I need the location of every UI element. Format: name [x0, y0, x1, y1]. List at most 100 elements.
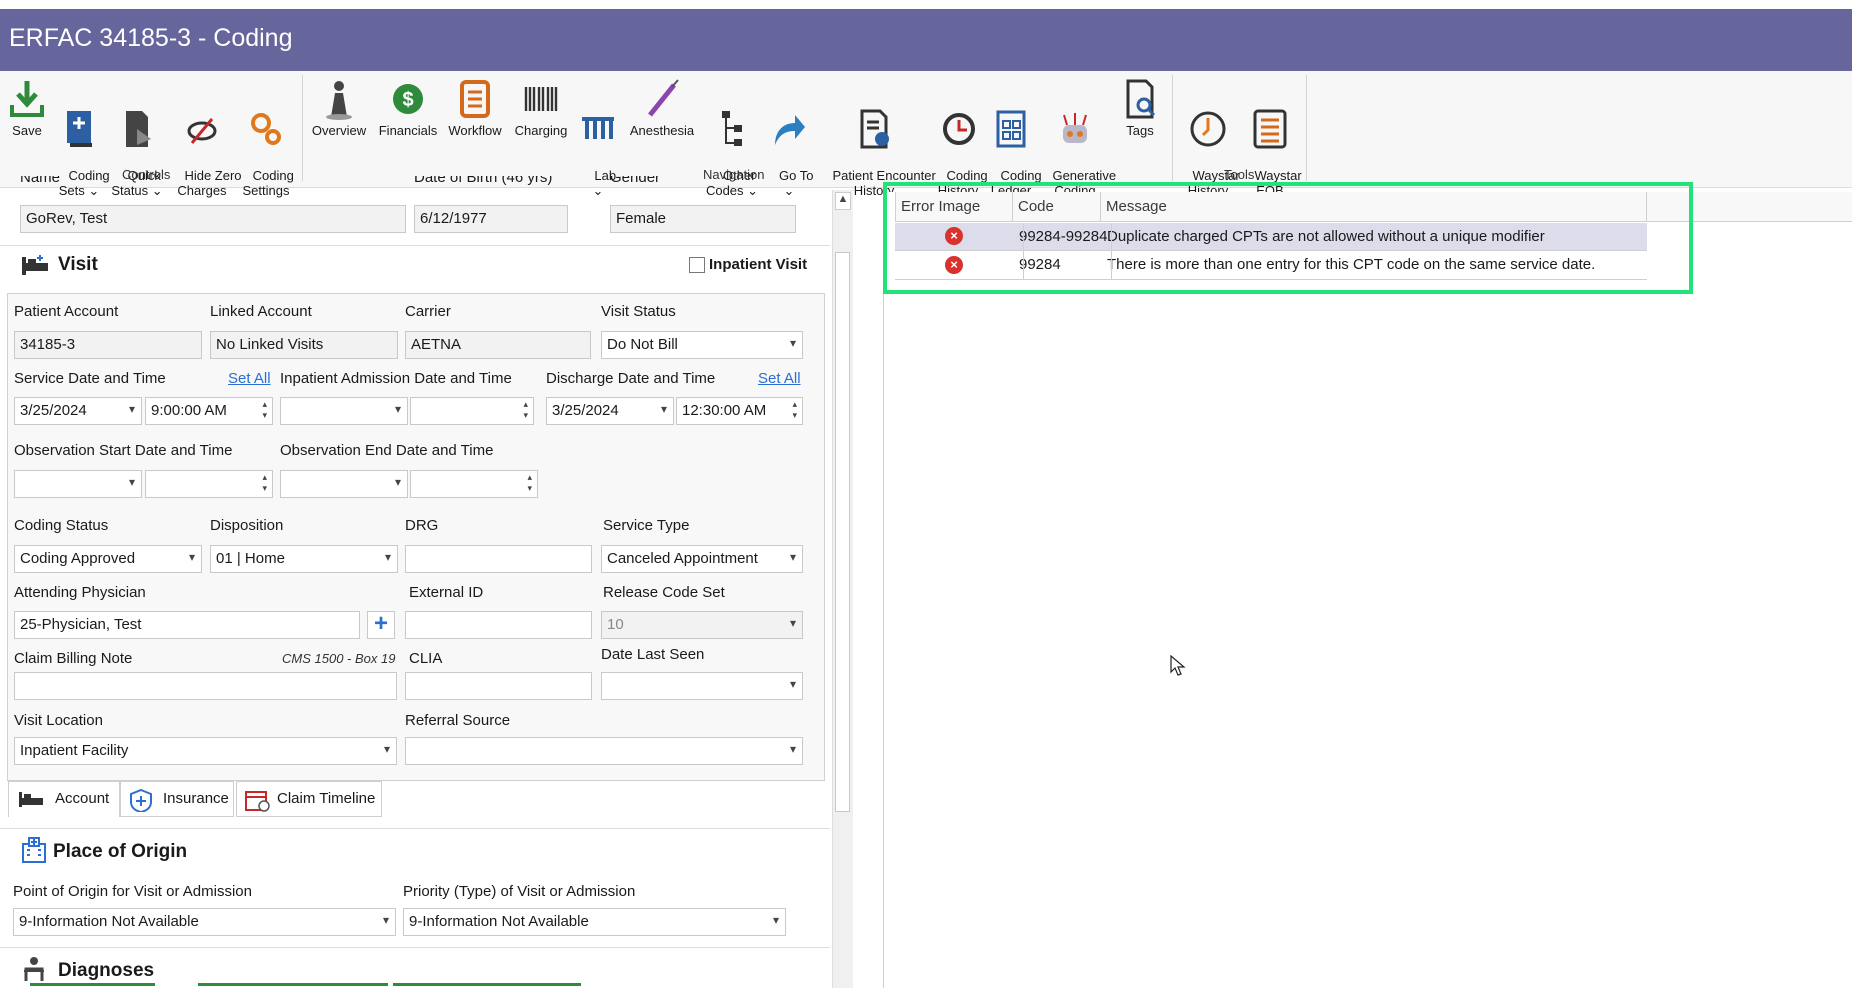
tab-claim-timeline-label: Claim Timeline [277, 790, 376, 807]
diagnoses-title: Diagnoses [58, 960, 155, 981]
mouse-cursor-icon [1170, 655, 1186, 676]
carrier-label: Carrier [405, 303, 451, 320]
clia-field[interactable] [405, 672, 592, 700]
linked-account-label: Linked Account [210, 303, 312, 320]
coding-status-label: Coding Status [14, 517, 109, 534]
tab-insurance[interactable]: Insurance [120, 781, 234, 817]
tags-icon [1126, 79, 1156, 119]
date-last-seen-picker[interactable] [601, 672, 803, 700]
scroll-up-arrow[interactable]: ▲ [835, 192, 851, 210]
gender-field[interactable]: Female [610, 205, 796, 233]
obs-start-date-picker[interactable] [14, 470, 142, 498]
discharge-set-all-link[interactable]: Set All [758, 370, 801, 387]
coding-settings-button[interactable]: Coding Settings [238, 77, 294, 213]
clia-label: CLIA [409, 650, 443, 667]
carrier-field[interactable]: AETNA [405, 331, 591, 359]
service-set-all-link[interactable]: Set All [228, 370, 271, 387]
priority-dropdown[interactable]: 9-Information Not Available [403, 908, 786, 936]
name-field[interactable]: GoRev, Test [20, 205, 406, 233]
diagnoses-tab-underline [198, 983, 388, 986]
coding-sets-button[interactable]: Coding Sets ⌄ [54, 77, 110, 213]
service-type-dropdown[interactable]: Canceled Appointment [601, 545, 803, 573]
save-icon [10, 81, 44, 117]
service-date-picker[interactable]: 3/25/2024 [14, 397, 142, 425]
workflow-button[interactable]: Workflow [444, 77, 506, 138]
visit-location-dropdown[interactable]: Inpatient Facility [14, 737, 397, 765]
referral-source-label: Referral Source [405, 712, 511, 729]
ribbon-separator [1306, 75, 1307, 181]
group-controls: Controls [122, 167, 171, 182]
coding-sets-label: Coding Sets ⌄ [58, 168, 110, 198]
other-codes-button[interactable]: Other Codes ⌄ [702, 77, 762, 213]
admission-date-picker[interactable] [280, 397, 408, 425]
top-strip [0, 0, 1852, 9]
lab-button[interactable]: Lab ⌄ [576, 77, 620, 213]
point-of-origin-label: Point of Origin for Visit or Admission [13, 883, 252, 900]
ribbon-separator [302, 75, 303, 181]
gears-icon [251, 113, 281, 145]
external-id-field[interactable] [405, 611, 592, 639]
save-label: Save [12, 123, 42, 138]
referral-source-dropdown[interactable] [405, 737, 803, 765]
goto-arrow-icon [775, 115, 805, 145]
tags-button[interactable]: Tags [1116, 77, 1164, 138]
dob-field[interactable]: 6/12/1977 [414, 205, 568, 233]
charging-button[interactable]: Charging [510, 77, 572, 138]
gender-label: Gender [610, 176, 661, 186]
error-grid: Error Image Code Message × 99284-99284 D… [883, 192, 1852, 988]
service-type-label: Service Type [603, 517, 690, 534]
patient-account-field[interactable]: 34185-3 [14, 331, 202, 359]
service-time-spinner[interactable]: 9:00:00 AM [145, 397, 273, 425]
ribbon-separator [1172, 75, 1173, 181]
workflow-icon [460, 80, 490, 118]
discharge-time-spinner[interactable]: 12:30:00 AM [676, 397, 803, 425]
visit-section-title: Visit [58, 254, 98, 275]
tab-claim-timeline[interactable]: Claim Timeline [236, 781, 382, 817]
go-to-button[interactable]: Go To ⌄ [764, 77, 814, 213]
admission-time-spinner[interactable] [410, 397, 534, 425]
quick-status-button[interactable]: Quick Status ⌄ [108, 77, 166, 213]
disposition-dropdown[interactable]: 01 | Home [210, 545, 398, 573]
obs-start-time-spinner[interactable] [145, 470, 273, 498]
scroll-thumb[interactable] [835, 252, 850, 812]
inpatient-visit-checkbox[interactable] [689, 257, 705, 273]
linked-account-field[interactable]: No Linked Visits [210, 331, 398, 359]
tree-icon [722, 111, 742, 146]
visit-location-label: Visit Location [14, 712, 103, 729]
visit-status-dropdown[interactable]: Do Not Bill [601, 331, 803, 359]
release-code-set-dropdown[interactable]: 10 [601, 611, 803, 639]
financials-label: Financials [378, 123, 438, 138]
financials-button[interactable]: $ Financials [376, 77, 440, 138]
place-of-origin-title: Place of Origin [53, 841, 188, 862]
divider [0, 245, 830, 246]
attending-physician-label: Attending Physician [14, 584, 146, 601]
drg-field[interactable] [405, 545, 592, 573]
tab-insurance-label: Insurance [163, 790, 229, 807]
group-tools: Tools [1224, 167, 1255, 182]
ledger-icon [996, 110, 1026, 148]
bed-icon [19, 792, 43, 807]
hide-zero-label: Hide Zero Charges [177, 168, 242, 198]
obs-end-time-spinner[interactable] [410, 470, 538, 498]
lab-icon [582, 117, 614, 139]
tab-account[interactable]: Account [8, 781, 120, 817]
save-button[interactable]: Save [6, 77, 48, 138]
window-title: ERFAC 34185-3 - Coding [9, 24, 293, 52]
overview-button[interactable]: Overview [308, 77, 370, 138]
discharge-date-picker[interactable]: 3/25/2024 [546, 397, 674, 425]
patient-account-label: Patient Account [14, 303, 119, 320]
point-of-origin-dropdown[interactable]: 9-Information Not Available [13, 908, 396, 936]
attending-physician-field[interactable]: 25-Physician, Test [14, 611, 360, 639]
obs-end-date-picker[interactable] [280, 470, 408, 498]
ai-icon [1063, 113, 1087, 143]
disposition-label: Disposition [210, 517, 284, 534]
hide-zero-charges-button[interactable]: Hide Zero Charges [170, 77, 242, 213]
ribbon-toolbar: Save Coding Sets ⌄ Quick Status ⌄ Hide Z… [0, 71, 1852, 198]
add-physician-button[interactable]: + [367, 611, 395, 639]
anesthesia-label: Anesthesia [629, 123, 695, 138]
claim-billing-note-field[interactable] [14, 672, 397, 700]
coding-settings-label: Coding Settings [242, 168, 294, 198]
coding-status-dropdown[interactable]: Coding Approved [14, 545, 202, 573]
inpatient-admission-label: Inpatient Admission Date and Time [280, 370, 512, 387]
anesthesia-button[interactable]: Anesthesia [626, 77, 698, 138]
